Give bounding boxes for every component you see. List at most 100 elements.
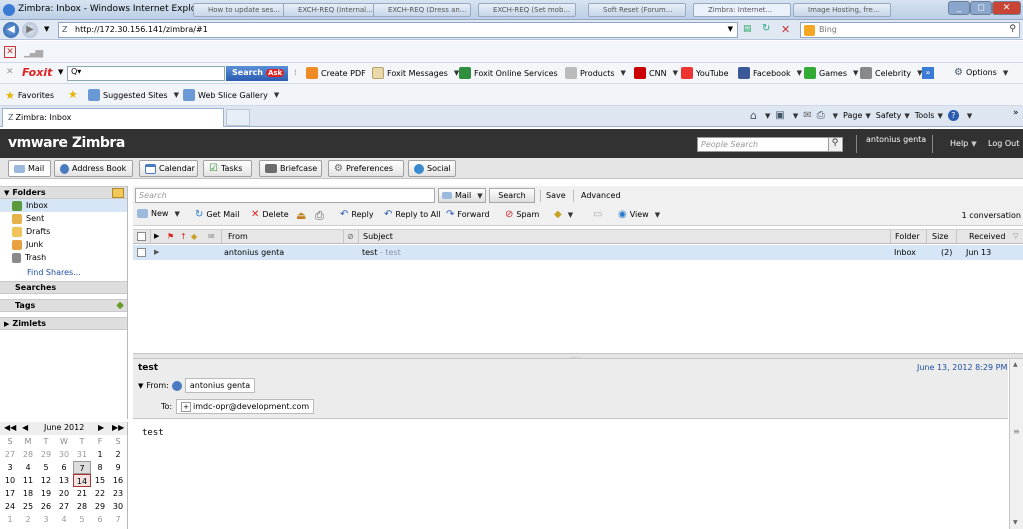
- priority-column-icon[interactable]: ↑: [180, 232, 187, 241]
- new-tab-button[interactable]: [226, 109, 250, 126]
- products-button[interactable]: Products ▼: [565, 67, 626, 79]
- calendar-day[interactable]: 19: [37, 487, 55, 500]
- foxit-search-button[interactable]: Search Ask: [226, 66, 288, 81]
- foxit-messages-button[interactable]: Foxit Messages ▼: [372, 67, 459, 79]
- calendar-day[interactable]: 2: [19, 513, 37, 526]
- tab-briefcase[interactable]: Briefcase: [259, 160, 322, 177]
- close-toolbar-icon[interactable]: ✕: [4, 46, 16, 58]
- get-mail-button[interactable]: ↻ Get Mail: [195, 209, 239, 220]
- tab-address-book[interactable]: Address Book: [54, 160, 133, 177]
- options-button[interactable]: ⚙ Options ▼: [954, 67, 1008, 78]
- taskbar-tab[interactable]: EXCH-REQ (Set mob...: [478, 3, 576, 17]
- taskbar-tab[interactable]: Soft Reset (Forum...: [588, 3, 686, 17]
- calendar-day[interactable]: 17: [1, 487, 19, 500]
- table-row[interactable]: ▶ antonius genta test - test Inbox (2) J…: [133, 245, 1023, 260]
- next-month-icon[interactable]: ▶: [98, 423, 104, 432]
- people-search-input[interactable]: People Search ⚲: [697, 137, 843, 152]
- folders-header[interactable]: ▼ Folders: [0, 186, 127, 199]
- calendar-day[interactable]: 16: [109, 474, 127, 487]
- new-tag-icon[interactable]: ◆: [116, 300, 124, 311]
- calendar-day[interactable]: 15: [91, 474, 109, 487]
- calendar-day[interactable]: 27: [55, 500, 73, 513]
- tab-calendar[interactable]: Calendar: [139, 160, 198, 177]
- feeds-icon[interactable]: ▣: [775, 110, 784, 121]
- zimlets-header[interactable]: ▶ Zimlets: [0, 317, 127, 330]
- forward-mail-button[interactable]: ↷ Forward: [446, 209, 490, 220]
- cnn-button[interactable]: CNN ▼: [634, 67, 678, 79]
- calendar-day[interactable]: 9: [109, 461, 127, 474]
- page-menu[interactable]: Page ▼: [843, 111, 871, 120]
- prev-month-icon[interactable]: ◀: [22, 423, 28, 432]
- calendar-day[interactable]: 3: [1, 461, 19, 474]
- column-folder[interactable]: Folder: [895, 232, 920, 241]
- view-button[interactable]: ◉ View ▼: [618, 209, 660, 220]
- tab-tasks[interactable]: ☑ Tasks: [203, 160, 252, 177]
- calendar-day[interactable]: 7: [73, 461, 91, 474]
- calendar-day[interactable]: 10: [1, 474, 19, 487]
- detach-icon[interactable]: ▭: [593, 209, 602, 220]
- folder-trash[interactable]: Trash: [0, 251, 127, 264]
- home-icon[interactable]: ⌂: [750, 109, 757, 122]
- calendar-day[interactable]: 4: [19, 461, 37, 474]
- calendar-day[interactable]: 11: [19, 474, 37, 487]
- calendar-day[interactable]: 6: [55, 461, 73, 474]
- tools-menu[interactable]: Tools ▼: [915, 111, 943, 120]
- column-received[interactable]: Received: [969, 232, 1005, 241]
- calendar-day[interactable]: 7: [109, 513, 127, 526]
- more-icon[interactable]: »: [922, 67, 934, 79]
- search-scope-select[interactable]: Mail ▼: [438, 188, 486, 203]
- new-button[interactable]: New ▼: [137, 209, 180, 218]
- tab-preferences[interactable]: ⚙ Preferences: [328, 160, 404, 177]
- expand-row-icon[interactable]: ▶: [154, 248, 159, 256]
- scroll-down-icon[interactable]: ▼: [1013, 519, 1018, 526]
- column-from[interactable]: From: [228, 232, 248, 241]
- folder-inbox[interactable]: Inbox: [0, 199, 127, 212]
- create-pdf-button[interactable]: Create PDF: [306, 67, 366, 79]
- mail-search-input[interactable]: Search: [135, 188, 435, 203]
- foxit-menu-icon[interactable]: ▼: [58, 68, 63, 76]
- foxit-online-button[interactable]: Foxit Online Services: [459, 67, 558, 79]
- more-commands-icon[interactable]: »: [1013, 108, 1019, 118]
- calendar-day[interactable]: 24: [1, 500, 19, 513]
- search-icon[interactable]: ⚲: [828, 138, 841, 151]
- youtube-button[interactable]: YouTube: [681, 67, 729, 79]
- calendar-day[interactable]: 18: [19, 487, 37, 500]
- searches-header[interactable]: Searches: [0, 281, 127, 294]
- close-window-button[interactable]: ✕: [992, 1, 1021, 15]
- calendar-day[interactable]: 28: [73, 500, 91, 513]
- folder-junk[interactable]: Junk: [0, 238, 127, 251]
- minimize-button[interactable]: _: [948, 1, 970, 15]
- suggested-sites-button[interactable]: Suggested Sites ▼: [88, 89, 179, 101]
- close-foxit-icon[interactable]: ✕: [6, 67, 14, 77]
- favorites-button[interactable]: ★ Favorites: [5, 89, 54, 102]
- calendar-day[interactable]: 20: [55, 487, 73, 500]
- calendar-day[interactable]: 5: [73, 513, 91, 526]
- url-dropdown-icon[interactable]: ▼: [728, 25, 733, 33]
- calendar-day[interactable]: 29: [37, 448, 55, 461]
- calendar-day[interactable]: 30: [109, 500, 127, 513]
- prev-year-icon[interactable]: ◀◀: [4, 423, 16, 432]
- calendar-day[interactable]: 30: [55, 448, 73, 461]
- select-all-checkbox[interactable]: [137, 232, 146, 241]
- tag-button[interactable]: ◆ ▼: [554, 209, 573, 220]
- calendar-day[interactable]: 27: [1, 448, 19, 461]
- calendar-day[interactable]: 12: [37, 474, 55, 487]
- forward-button[interactable]: ▶: [22, 22, 38, 38]
- compat-view-icon[interactable]: ▤: [743, 24, 752, 34]
- celebrity-button[interactable]: Celebrity ▼: [860, 67, 923, 79]
- taskbar-tab[interactable]: Zimbra: Internet...: [693, 3, 791, 17]
- next-year-icon[interactable]: ▶▶: [112, 423, 124, 432]
- reply-button[interactable]: ↶ Reply: [340, 209, 374, 220]
- taskbar-tab[interactable]: EXCH-REQ (Dress an...: [373, 3, 471, 17]
- calendar-day[interactable]: 4: [55, 513, 73, 526]
- calendar-day[interactable]: 13: [55, 474, 73, 487]
- column-subject[interactable]: Subject: [363, 232, 393, 241]
- calendar-day[interactable]: 21: [73, 487, 91, 500]
- move-icon[interactable]: ⏏: [296, 209, 306, 222]
- calendar-day[interactable]: 22: [91, 487, 109, 500]
- print-icon[interactable]: ⎙: [817, 110, 825, 121]
- taskbar-tab[interactable]: How to update ses...: [193, 3, 291, 17]
- status-column-icon[interactable]: ✉: [208, 232, 215, 241]
- calendar-day[interactable]: 5: [37, 461, 55, 474]
- folder-sent[interactable]: Sent: [0, 212, 127, 225]
